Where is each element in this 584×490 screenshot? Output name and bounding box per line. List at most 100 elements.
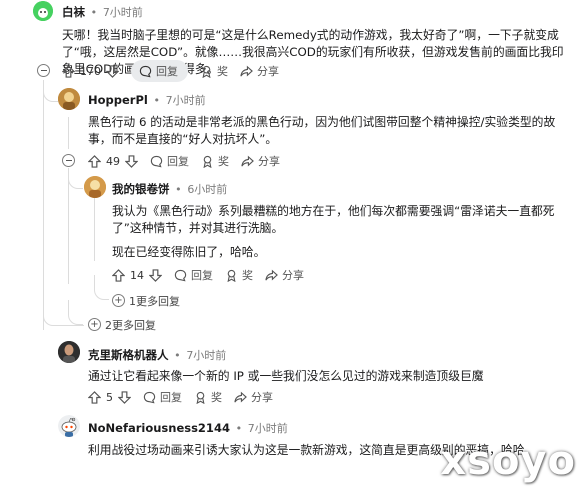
share-button[interactable]: 分享 <box>265 267 304 283</box>
timestamp: 7小时前 <box>102 6 143 19</box>
comment-header: 克里斯格机器人 • 7小时前 <box>88 347 226 363</box>
comment-actions: 5 回复 奖 分享 <box>88 386 285 408</box>
timestamp: 6小时前 <box>187 183 228 196</box>
avatar[interactable] <box>58 415 80 437</box>
downvote-icon[interactable] <box>118 390 131 404</box>
vote-group: 5 <box>88 391 131 404</box>
vote-count: 14 <box>130 268 144 282</box>
thread-line-hopper <box>68 117 69 149</box>
share-label: 分享 <box>282 269 304 282</box>
downvote-icon[interactable] <box>106 64 119 78</box>
comment-header: 白袜 • 7小时前 <box>62 4 143 20</box>
avatar[interactable] <box>58 88 80 110</box>
reply-bubble-icon <box>139 65 152 77</box>
username[interactable]: 我的银卷饼 <box>112 182 170 196</box>
watermark: xsoyo <box>440 438 576 484</box>
separator-dot: • <box>153 94 161 107</box>
vote-group: 49 <box>88 155 138 168</box>
username[interactable]: 白袜 <box>62 5 85 19</box>
thread-line-silver <box>94 198 95 261</box>
award-label: 奖 <box>211 391 222 404</box>
award-icon <box>227 269 236 282</box>
more-replies-link[interactable]: 2更多回复 <box>105 317 156 333</box>
share-icon <box>241 155 254 166</box>
username[interactable]: 克里斯格机器人 <box>88 348 169 362</box>
share-icon <box>234 391 247 402</box>
separator-dot: • <box>174 349 181 362</box>
user-avatar-icon <box>84 176 106 198</box>
collapse-button[interactable] <box>37 64 50 77</box>
upvote-icon[interactable] <box>88 154 101 168</box>
thread-curve-more1 <box>94 275 109 300</box>
collapse-button[interactable] <box>62 154 75 167</box>
reply-button[interactable]: 回复 <box>150 153 189 169</box>
downvote-icon[interactable] <box>149 268 162 282</box>
snoo-avatar-icon <box>58 415 80 437</box>
comment-header: HopperPl • 7小时前 <box>88 92 206 108</box>
timestamp: 7小时前 <box>247 422 288 435</box>
username[interactable]: HopperPl <box>88 93 148 107</box>
share-button[interactable]: 分享 <box>234 389 273 405</box>
expand-replies-icon[interactable]: + <box>88 318 101 331</box>
award-label: 奖 <box>218 155 229 168</box>
vote-group: 170 <box>62 65 119 78</box>
award-icon <box>202 65 211 78</box>
award-icon <box>203 155 212 168</box>
comment-body-line2: 现在已经变得陈旧了，哈哈。 <box>112 245 266 259</box>
avatar[interactable] <box>33 1 53 21</box>
comment-actions: 170 回复 奖 分享 <box>62 60 291 82</box>
award-button[interactable]: 奖 <box>200 63 228 79</box>
vote-count: 49 <box>106 154 120 168</box>
share-icon <box>240 65 253 76</box>
reply-label: 回复 <box>167 155 189 168</box>
vote-count: 5 <box>106 390 113 404</box>
award-label: 奖 <box>217 65 228 78</box>
share-label: 分享 <box>257 65 279 78</box>
thread-line-hopper-2 <box>68 168 69 284</box>
comment-actions: 14 回复 奖 分享 <box>112 264 316 286</box>
reply-button[interactable]: 回复 <box>131 60 188 82</box>
reply-bubble-icon <box>143 391 156 403</box>
timestamp: 7小时前 <box>165 94 206 107</box>
share-button[interactable]: 分享 <box>240 63 279 79</box>
reply-label: 回复 <box>160 391 182 404</box>
upvote-icon[interactable] <box>88 390 101 404</box>
user-avatar-icon <box>33 1 53 21</box>
share-label: 分享 <box>258 155 280 168</box>
thread-curve-more3 <box>43 285 84 326</box>
award-button[interactable]: 奖 <box>194 389 222 405</box>
thread-curve-hopper <box>43 85 58 102</box>
reply-bubble-icon <box>174 269 187 281</box>
share-icon <box>265 269 278 280</box>
more-replies-link[interactable]: 1更多回复 <box>129 293 180 309</box>
comment-actions: 49 回复 奖 分享 <box>88 150 292 172</box>
vote-count: 170 <box>80 64 101 78</box>
avatar[interactable] <box>58 341 80 363</box>
award-button[interactable]: 奖 <box>225 267 253 283</box>
separator-dot: • <box>235 422 243 435</box>
award-label: 奖 <box>242 269 253 282</box>
expand-replies-icon[interactable]: + <box>112 294 125 307</box>
upvote-icon[interactable] <box>112 268 125 282</box>
user-avatar-icon <box>58 341 80 363</box>
thread-curve-silver <box>68 170 83 189</box>
comment-body: 我认为《黑色行动》系列最糟糕的地方在于，他们每次都需要强调“雷泽诺夫一直都死了”… <box>112 204 555 235</box>
reply-button[interactable]: 回复 <box>143 389 182 405</box>
username[interactable]: NoNefariousness2144 <box>88 421 230 435</box>
reply-bubble-icon <box>150 155 163 167</box>
comment-body: 通过让它看起来像一个新的 IP 或一些我们没怎么见过的游戏来制造顶级巨魔 <box>88 369 484 383</box>
user-avatar-icon <box>58 88 80 110</box>
award-button[interactable]: 奖 <box>201 153 229 169</box>
separator-dot: • <box>90 6 98 19</box>
share-button[interactable]: 分享 <box>241 153 280 169</box>
reply-label: 回复 <box>156 65 178 78</box>
downvote-icon[interactable] <box>125 154 138 168</box>
comment-header: NoNefariousness2144 • 7小时前 <box>88 420 288 436</box>
reply-button[interactable]: 回复 <box>174 267 213 283</box>
comment-header: 我的银卷饼 • 6小时前 <box>112 181 227 197</box>
timestamp: 7小时前 <box>186 349 227 362</box>
upvote-icon[interactable] <box>62 64 75 78</box>
avatar[interactable] <box>84 176 106 198</box>
separator-dot: • <box>175 183 182 196</box>
reply-label: 回复 <box>191 269 213 282</box>
